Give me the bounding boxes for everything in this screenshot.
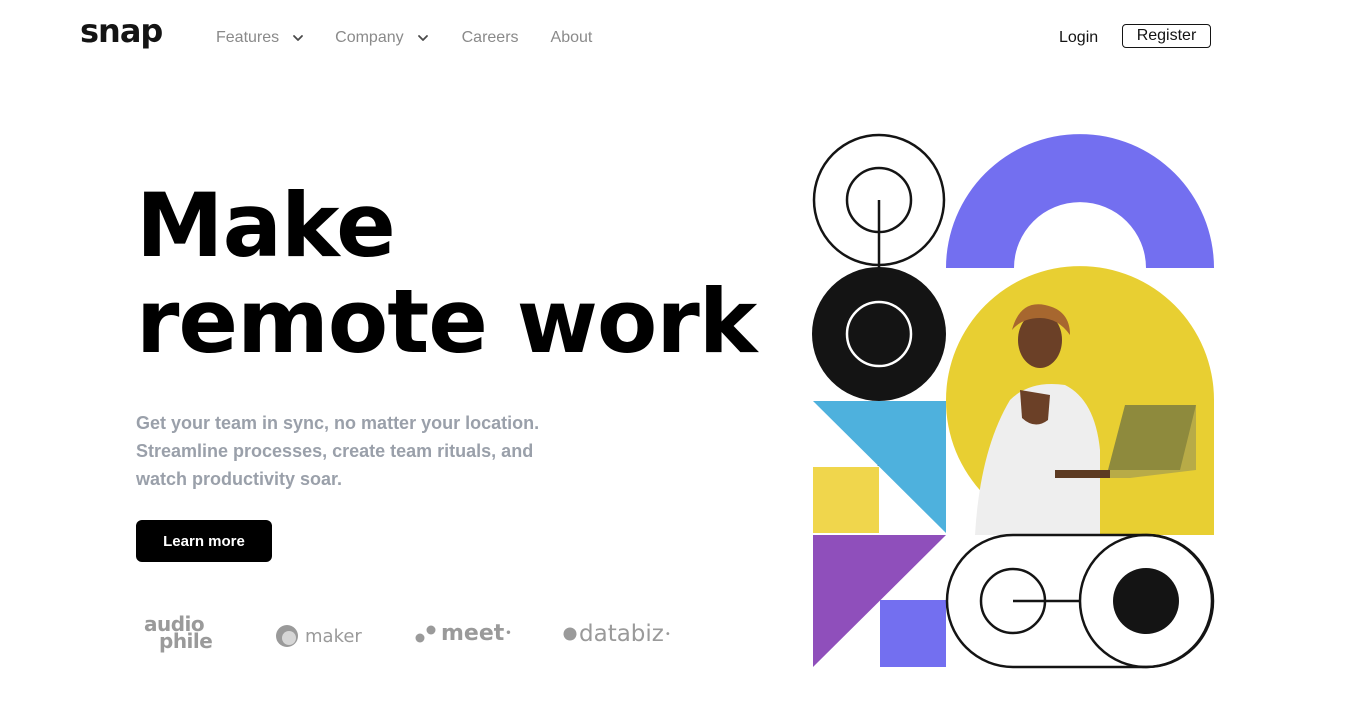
maker-logo: maker [275,624,362,648]
nav-item-label: Features [216,29,280,46]
audiophile-logo-line-2: phile [159,629,213,653]
meet-logo-icon [415,625,436,642]
hero-headline: Make remote work [136,174,757,373]
maker-logo-text: maker [305,625,362,647]
meet-logo-mark: • [505,628,512,639]
purple-arch [946,134,1214,268]
meet-logo-text: meet [441,621,505,646]
purple-square [880,600,946,667]
snap-logo[interactable]: snap [80,12,163,50]
nav-item-features[interactable]: Features [216,29,305,47]
chevron-down-icon [293,35,304,41]
login-link[interactable]: Login [1059,29,1098,47]
hero-subtext: Get your team in sync, no matter your lo… [136,413,540,489]
databiz-logo: databiz • [563,621,671,647]
main-nav: Features Company Careers About [216,29,592,47]
headline-line-1: Make [136,174,396,277]
databiz-logo-mark: • [664,628,671,640]
meet-logo: meet • [415,621,512,646]
nav-item-label: Company [335,29,404,46]
nav-item-label: Careers [461,29,519,46]
databiz-logo-text: databiz [579,621,664,647]
nav-item-label: About [550,29,593,46]
black-circle [812,267,946,401]
audiophile-logo: audio phile [144,614,213,653]
register-button[interactable]: Register [1122,24,1211,48]
hero-illustration [812,133,1215,669]
nav-item-company[interactable]: Company [335,29,429,47]
yellow-square [813,467,879,533]
client-logos: audio phile maker meet • databiz • [0,600,720,670]
nav-item-about[interactable]: About [551,29,593,47]
databiz-logo-icon [563,627,577,641]
chevron-down-icon [417,35,428,41]
pill-right-dot [1113,568,1179,634]
learn-more-button[interactable]: Learn more [136,520,272,562]
maker-logo-icon [276,625,298,647]
nav-item-careers[interactable]: Careers [462,29,519,47]
headline-line-2: remote work [136,270,757,373]
